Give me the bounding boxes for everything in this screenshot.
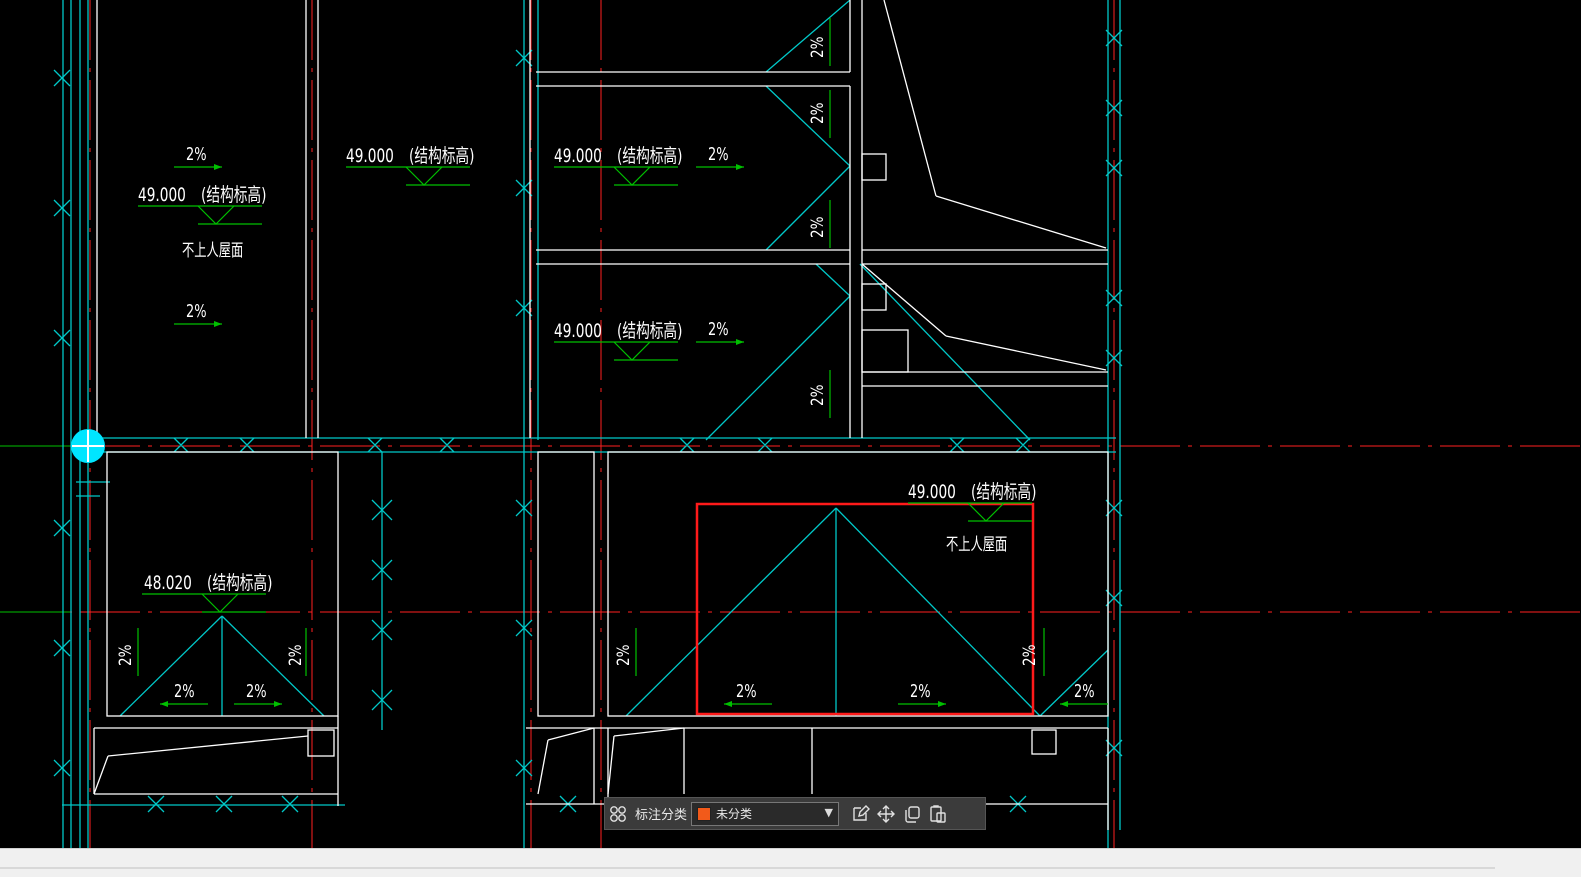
slope-label: 2% — [186, 144, 207, 165]
slope-label-vertical: 2% — [808, 384, 828, 406]
grid-icon[interactable] — [605, 801, 631, 827]
category-label: 标注分类 — [635, 808, 688, 823]
elevation-label: 49.000 (结构标高) — [908, 481, 1037, 503]
slope-label-vertical: 2% — [614, 644, 634, 666]
slope-label: 2% — [186, 301, 207, 322]
chevron-down-icon: ▼ — [824, 805, 834, 819]
status-bar — [0, 848, 1581, 877]
elevation-label: 49.000 (结构标高) — [138, 184, 267, 206]
slope-label-vertical: 2% — [286, 644, 306, 666]
slope-label-vertical: 2% — [1020, 644, 1040, 666]
drawing-geometry — [0, 0, 1581, 848]
copy-icon[interactable] — [899, 801, 925, 827]
elevation-label: 48.020 (结构标高) — [144, 572, 273, 594]
slope-label-vertical: 2% — [808, 36, 828, 58]
status-bar-track — [0, 867, 1495, 869]
roof-note: 不上人屋面 — [946, 535, 1008, 555]
slope-label: 2% — [246, 681, 267, 702]
elevation-label: 49.000 (结构标高) — [554, 320, 683, 342]
slope-label: 2% — [708, 144, 729, 165]
annotation-toolbar: 标注分类 未分类 ▼ — [604, 797, 986, 830]
slope-label: 2% — [708, 319, 729, 340]
slope-label: 2% — [910, 681, 931, 702]
edit-icon[interactable] — [847, 801, 873, 827]
move-icon[interactable] — [873, 801, 899, 827]
slope-label-vertical: 2% — [808, 216, 828, 238]
roof-note: 不上人屋面 — [182, 241, 244, 261]
elevation-label: 49.000 (结构标高) — [554, 145, 683, 167]
category-select[interactable]: 未分类 ▼ — [691, 801, 840, 826]
slope-label-vertical: 2% — [116, 644, 136, 666]
slope-label: 2% — [736, 681, 757, 702]
cad-drawing-canvas[interactable]: 49.000 (结构标高) 49.000 (结构标高) 49.000 (结构标高… — [0, 0, 1581, 848]
category-select-value: 未分类 — [716, 807, 753, 821]
slope-label: 2% — [1074, 681, 1095, 702]
slope-label-vertical: 2% — [808, 102, 828, 124]
paste-icon[interactable] — [925, 801, 951, 827]
category-color-swatch — [697, 806, 712, 821]
elevation-label: 49.000 (结构标高) — [346, 145, 475, 167]
slope-label: 2% — [174, 681, 195, 702]
